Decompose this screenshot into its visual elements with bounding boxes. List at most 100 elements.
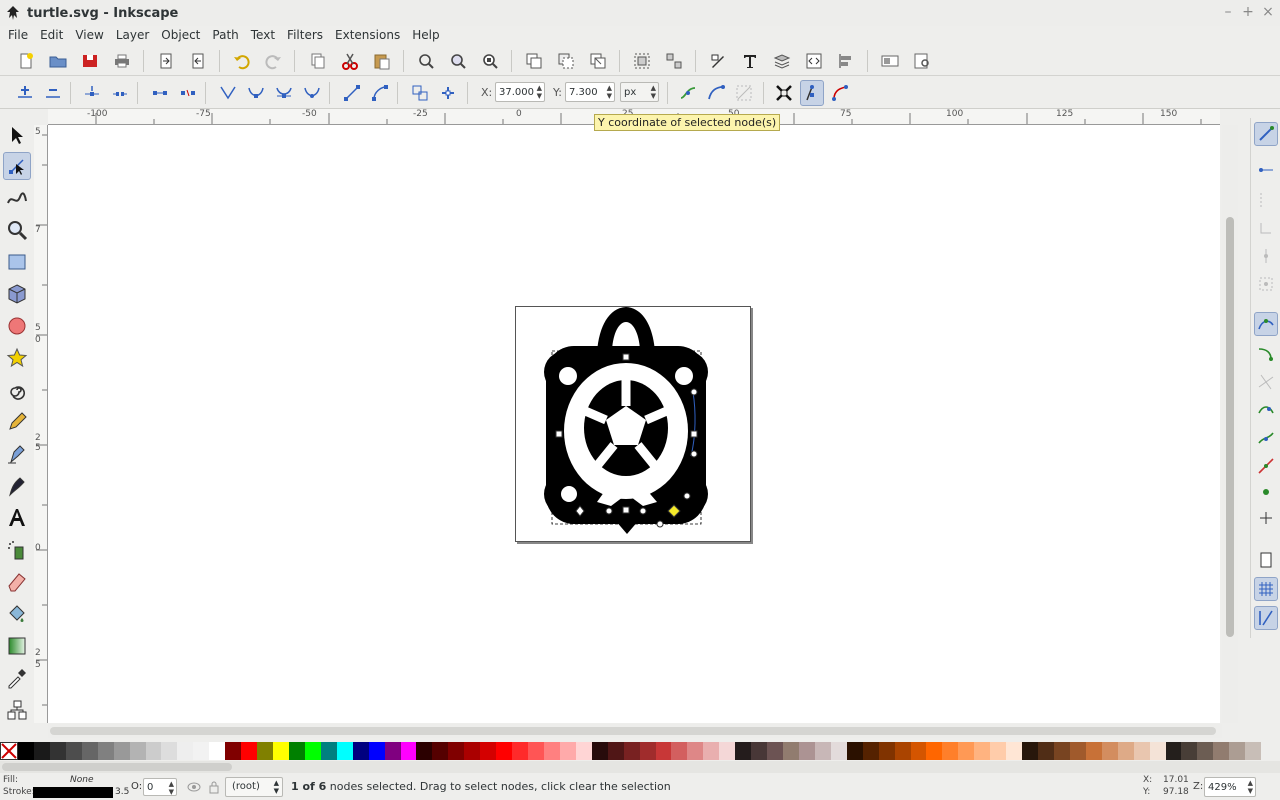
- delete-node-button[interactable]: [42, 82, 64, 104]
- snap-bbox-midpoint-button[interactable]: [1254, 244, 1278, 268]
- color-swatch[interactable]: [1022, 742, 1038, 760]
- color-swatch[interactable]: [97, 742, 114, 760]
- color-swatch[interactable]: [448, 742, 465, 760]
- color-swatch[interactable]: [273, 742, 289, 760]
- 3d-box-tool[interactable]: [3, 280, 31, 308]
- color-swatch[interactable]: [257, 742, 273, 760]
- lock-icon[interactable]: [207, 780, 221, 794]
- import-button[interactable]: [155, 50, 177, 72]
- menu-extensions[interactable]: Extensions: [331, 28, 404, 42]
- snap-rotation-center-button[interactable]: [1254, 506, 1278, 530]
- undo-button[interactable]: [231, 50, 253, 72]
- color-swatch[interactable]: [464, 742, 481, 760]
- horizontal-scrollbar[interactable]: [48, 724, 1222, 738]
- snap-page-border-button[interactable]: [1254, 548, 1278, 572]
- color-swatch[interactable]: [1213, 742, 1230, 760]
- align-distribute-button[interactable]: [835, 50, 857, 72]
- object-to-path-button[interactable]: [409, 82, 431, 104]
- color-swatch[interactable]: [416, 742, 433, 760]
- clone-button[interactable]: [555, 50, 577, 72]
- preferences-button[interactable]: [911, 50, 933, 72]
- join-nodes-button[interactable]: [81, 82, 103, 104]
- color-swatch[interactable]: [751, 742, 768, 760]
- color-swatch[interactable]: [145, 742, 162, 760]
- layers-button[interactable]: [771, 50, 793, 72]
- color-swatch[interactable]: [830, 742, 847, 760]
- color-swatch[interactable]: [974, 742, 991, 760]
- selector-tool[interactable]: [3, 121, 31, 149]
- node-symmetric-button[interactable]: [273, 82, 295, 104]
- color-swatch[interactable]: [862, 742, 879, 760]
- color-swatch[interactable]: [480, 742, 497, 760]
- menu-view[interactable]: View: [71, 28, 107, 42]
- snap-grid-button[interactable]: [1254, 577, 1278, 601]
- unit-select[interactable]: px ▲ ▼: [620, 82, 659, 102]
- color-swatch[interactable]: [783, 742, 799, 760]
- zoom-field[interactable]: 429% ▲ ▼: [1204, 777, 1256, 797]
- color-swatch[interactable]: [591, 742, 608, 760]
- color-swatch[interactable]: [129, 742, 146, 760]
- spin-arrows-icon[interactable]: ▲ ▼: [1248, 779, 1253, 795]
- show-handles-button[interactable]: [800, 80, 824, 106]
- snap-nodes-button[interactable]: [1254, 312, 1278, 336]
- segment-curve-button[interactable]: [369, 82, 391, 104]
- stroke-color-indicator[interactable]: [33, 787, 113, 798]
- text-font-button[interactable]: [739, 50, 761, 72]
- menu-layer[interactable]: Layer: [112, 28, 153, 42]
- color-swatch[interactable]: [671, 742, 688, 760]
- copy-button[interactable]: [307, 50, 329, 72]
- color-swatch[interactable]: [1069, 742, 1086, 760]
- color-swatch[interactable]: [607, 742, 624, 760]
- vertical-ruler[interactable]: 5 7 5 0 2 5 0 2 5: [34, 125, 48, 723]
- show-clippath-button[interactable]: [705, 82, 727, 104]
- snap-intersection-button[interactable]: [1254, 370, 1278, 394]
- scrollbar-thumb[interactable]: [50, 727, 1216, 735]
- spin-arrows-icon[interactable]: ▲ ▼: [607, 84, 612, 100]
- menu-help[interactable]: Help: [408, 28, 443, 42]
- color-swatch[interactable]: [209, 742, 226, 760]
- open-button[interactable]: [47, 50, 69, 72]
- segment-line-button[interactable]: [341, 82, 363, 104]
- scrollbar-thumb[interactable]: [1226, 217, 1234, 637]
- color-swatch[interactable]: [241, 742, 258, 760]
- gradient-tool[interactable]: [3, 632, 31, 660]
- color-swatch[interactable]: [528, 742, 544, 760]
- menu-object[interactable]: Object: [157, 28, 204, 42]
- stroke-width-value[interactable]: 3.5: [115, 787, 129, 797]
- color-swatch[interactable]: [990, 742, 1007, 760]
- snap-guide-button[interactable]: [1254, 606, 1278, 630]
- color-swatch[interactable]: [798, 742, 815, 760]
- calligraphy-tool[interactable]: [3, 472, 31, 500]
- color-swatch[interactable]: [543, 742, 560, 760]
- spray-tool[interactable]: [3, 536, 31, 564]
- color-swatch[interactable]: [623, 742, 640, 760]
- color-swatch[interactable]: [177, 742, 194, 760]
- color-swatch[interactable]: [1117, 742, 1134, 760]
- node-smooth-button[interactable]: [245, 82, 267, 104]
- color-swatch[interactable]: [814, 742, 831, 760]
- color-swatch[interactable]: [1085, 742, 1102, 760]
- pen-tool[interactable]: [3, 440, 31, 468]
- color-swatch[interactable]: [33, 742, 50, 760]
- color-swatch[interactable]: [49, 742, 66, 760]
- fill-value[interactable]: None: [70, 775, 93, 785]
- color-swatch[interactable]: [1181, 742, 1198, 760]
- y-coordinate-field[interactable]: 7.300 ▲ ▼: [565, 82, 615, 102]
- snap-bbox-edge-button[interactable]: [1254, 188, 1278, 212]
- color-swatch[interactable]: [942, 742, 959, 760]
- snap-cusp-button[interactable]: [1254, 398, 1278, 422]
- menu-text[interactable]: Text: [247, 28, 279, 42]
- color-swatch[interactable]: [384, 742, 401, 760]
- save-button[interactable]: [79, 50, 101, 72]
- color-swatch[interactable]: [336, 742, 353, 760]
- color-swatch[interactable]: [1149, 742, 1166, 760]
- break-path-button[interactable]: [109, 82, 131, 104]
- color-swatch[interactable]: [719, 742, 736, 760]
- snap-toggle-button[interactable]: [1254, 122, 1278, 146]
- color-swatch[interactable]: [735, 742, 752, 760]
- color-swatch[interactable]: [926, 742, 943, 760]
- zoom-tool[interactable]: [3, 216, 31, 244]
- insert-node-button[interactable]: [14, 82, 36, 104]
- document-properties-button[interactable]: [879, 50, 901, 72]
- x-coordinate-field[interactable]: 37.000 ▲ ▼: [495, 82, 545, 102]
